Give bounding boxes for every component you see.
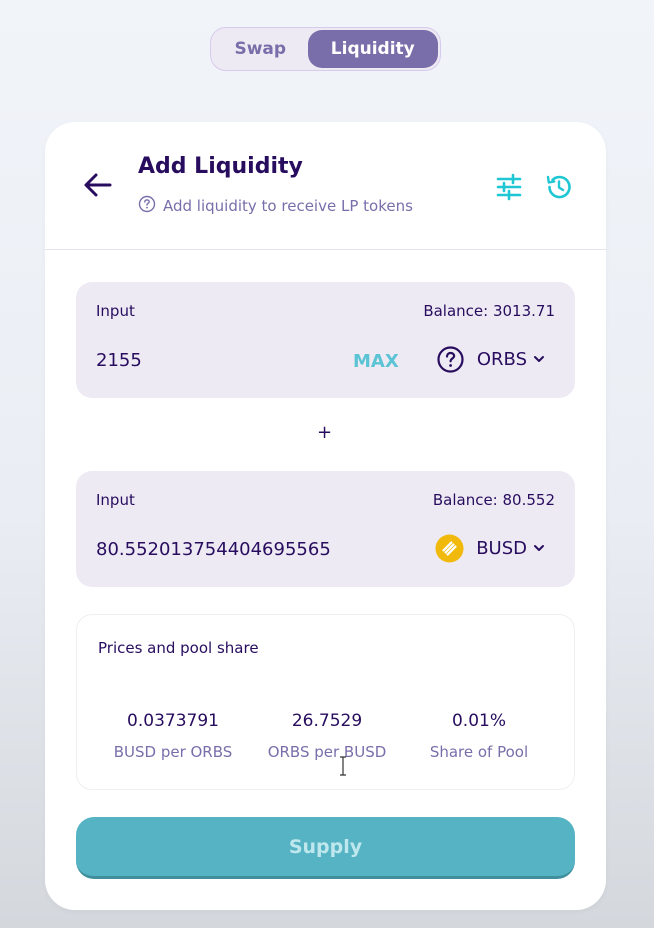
max-button[interactable]: MAX xyxy=(353,351,399,372)
chevron-down-icon xyxy=(533,350,545,369)
input-a-balance: Balance: 3013.71 xyxy=(423,302,555,320)
price-label: BUSD per ORBS xyxy=(113,743,233,761)
token-select-b[interactable]: BUSD xyxy=(435,534,545,563)
page-title: Add Liquidity xyxy=(138,154,303,179)
page-subtitle: Add liquidity to receive LP tokens xyxy=(163,197,413,215)
swap-liquidity-toggle: Swap Liquidity xyxy=(210,27,441,71)
token-select-a[interactable]: ORBS xyxy=(436,345,545,374)
help-icon[interactable] xyxy=(138,195,156,217)
price-busd-per-orbs: 0.0373791 BUSD per ORBS xyxy=(93,711,253,761)
price-value: 0.01% xyxy=(451,711,506,731)
price-value: 0.0373791 xyxy=(127,711,219,731)
card-header: Add Liquidity Add liquidity to receive L… xyxy=(45,122,606,250)
subtitle-row: Add liquidity to receive LP tokens xyxy=(138,195,413,217)
input-panel-a: Input Balance: 3013.71 2155 MAX ORBS xyxy=(76,282,575,398)
input-b-amount-field[interactable]: 80.552013754404695565 xyxy=(96,539,331,560)
token-a-name: ORBS xyxy=(476,349,527,370)
input-a-label: Input xyxy=(96,302,135,320)
input-b-label: Input xyxy=(96,491,135,509)
busd-coin-icon xyxy=(435,534,464,563)
add-liquidity-card: Add Liquidity Add liquidity to receive L… xyxy=(45,122,606,910)
settings-sliders-icon[interactable] xyxy=(494,172,524,202)
price-value: 26.7529 xyxy=(291,711,363,731)
text-cursor-icon xyxy=(339,756,347,776)
supply-button[interactable]: Supply xyxy=(76,817,575,879)
tab-liquidity[interactable]: Liquidity xyxy=(307,30,438,68)
back-arrow-icon[interactable] xyxy=(80,167,116,203)
input-a-amount-field[interactable]: 2155 xyxy=(96,350,142,371)
price-orbs-per-busd: 26.7529 ORBS per BUSD xyxy=(247,711,407,761)
prices-pool-share-box: Prices and pool share 0.0373791 BUSD per… xyxy=(76,614,575,790)
input-b-balance: Balance: 80.552 xyxy=(432,491,555,509)
price-label: Share of Pool xyxy=(429,743,529,761)
history-icon[interactable] xyxy=(544,172,574,202)
input-panel-b: Input Balance: 80.552 80.552013754404695… xyxy=(76,471,575,587)
share-of-pool: 0.01% Share of Pool xyxy=(399,711,559,761)
plus-sign: + xyxy=(317,422,333,443)
price-label: ORBS per BUSD xyxy=(267,743,387,761)
question-circle-icon xyxy=(436,345,465,374)
tab-swap[interactable]: Swap xyxy=(213,30,308,68)
prices-title: Prices and pool share xyxy=(98,639,259,657)
token-b-name: BUSD xyxy=(476,538,527,559)
chevron-down-icon xyxy=(533,539,545,558)
